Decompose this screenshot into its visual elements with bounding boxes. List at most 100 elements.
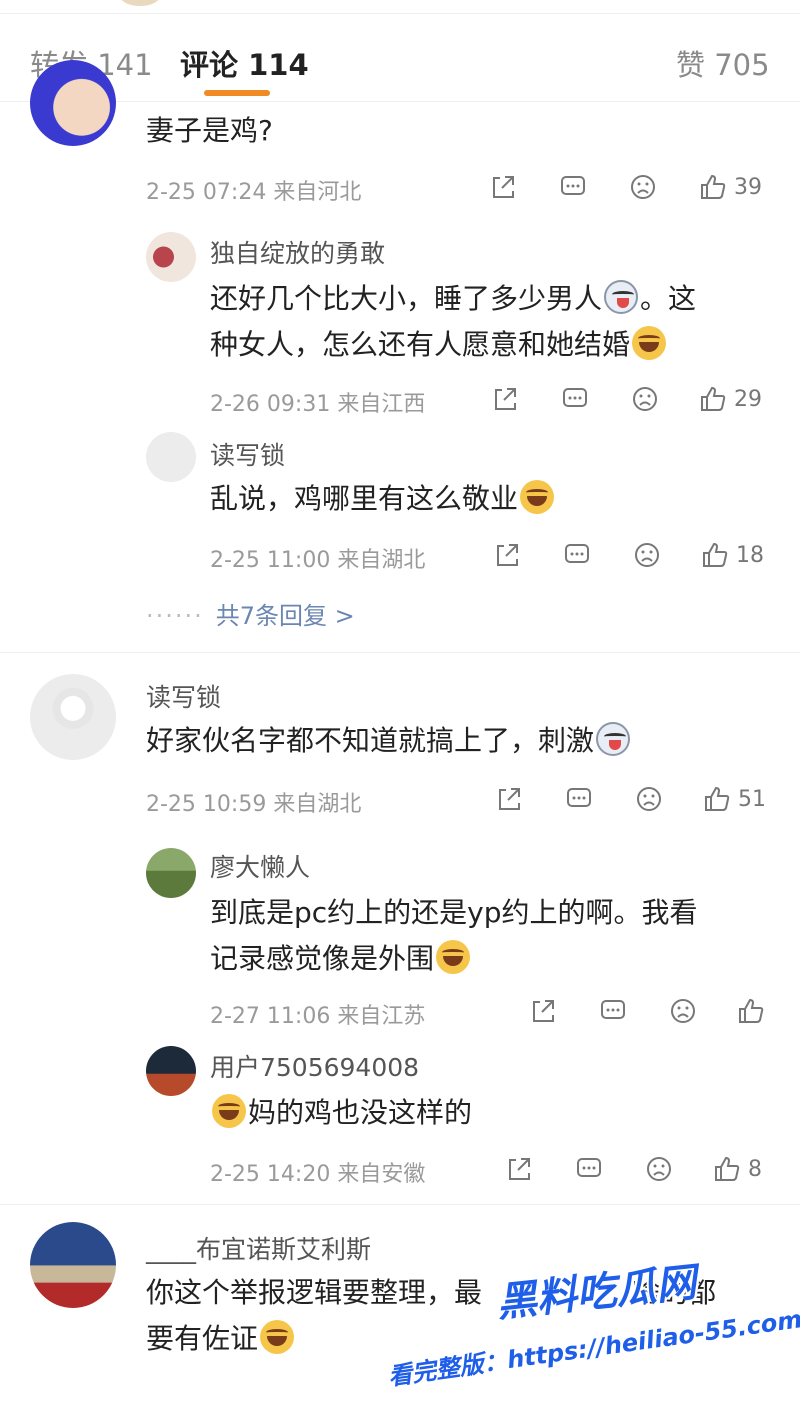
reply-button[interactable] [574,1152,604,1186]
sad-face-icon [637,787,661,811]
reply-button[interactable] [598,994,628,1028]
divider [0,652,800,653]
comment-meta: 2-25 10:59 来自湖北 [146,786,361,818]
avatar[interactable] [146,232,196,282]
sad-face-icon [635,543,659,567]
tab-likes[interactable]: 赞 705 [676,42,770,84]
crying-emoji-icon [260,1320,295,1354]
thumbs-up-icon [739,998,764,1023]
reply-text: 妈的鸡也没这样的 [210,1086,472,1139]
doge-emoji-icon [604,280,639,314]
reply-time: 2-25 14:20 [210,1162,331,1187]
active-tab-indicator [204,90,270,96]
thumbs-up-icon [701,174,726,199]
avatar[interactable] [30,1222,116,1308]
laugh-cry-emoji-icon [520,480,555,514]
dislike-button[interactable] [632,538,662,572]
reply-author[interactable]: 独自绽放的勇敢 [210,234,385,270]
dislike-button[interactable] [668,994,698,1028]
comment-icon [567,788,591,807]
share-button[interactable] [490,382,520,416]
like-button[interactable]: 51 [702,782,766,816]
reply-button[interactable] [564,782,594,816]
more-replies-label: 共7条回复 > [215,602,355,630]
like-button[interactable] [736,994,766,1028]
dislike-button[interactable] [630,382,660,416]
thumbs-up-icon [703,542,728,567]
like-button[interactable]: 29 [698,382,762,416]
reply-text-line: 。这 [640,282,697,315]
comment-meta: 2-25 07:24 来自河北 [146,174,361,206]
reply-button[interactable] [560,382,590,416]
reply-meta: 2-25 14:20 来自安徽 [210,1156,425,1188]
avatar[interactable] [30,674,116,760]
comment-actions: 39 [488,170,778,204]
thumbs-up-icon [701,386,726,411]
thumbs-up-icon [705,786,730,811]
avatar[interactable] [146,432,196,482]
comment-icon [565,544,589,563]
reply-meta: 2-27 11:06 来自江苏 [210,998,425,1030]
comment-author[interactable]: 读写锁 [146,678,221,714]
reply-location: 来自江苏 [337,1004,426,1029]
reply-author[interactable]: 廖大懒人 [210,848,310,884]
reply-author[interactable]: 用户7505694008 [210,1048,419,1084]
share-button[interactable] [492,538,522,572]
share-button[interactable] [528,994,558,1028]
reply-location: 来自湖北 [337,548,426,573]
dislike-button[interactable] [628,170,658,204]
watermark: 黑料吃瓜网 看完整版：https://heiliao-55.com [386,1256,800,1396]
tab-bar: 转发 141 评论 114 赞 705 [0,14,800,102]
reply-time: 2-26 09:31 [210,392,331,417]
sad-face-icon [633,387,657,411]
like-button[interactable]: 18 [700,538,764,572]
doge-emoji-icon [596,722,631,756]
reply-location: 来自江西 [337,392,426,417]
reply-time: 2-27 11:06 [210,1004,331,1029]
comment-text: 要有佐证 [146,1312,296,1365]
avatar[interactable] [146,1046,196,1096]
comment-time: 2-25 07:24 [146,180,267,205]
reply-text: 记录感觉像是外围 [210,932,472,985]
avatar[interactable] [146,848,196,898]
reply-text-line: 记录感觉像是外围 [210,942,435,975]
reply-button[interactable] [558,170,588,204]
comment-text: 妻子是鸡? [146,114,273,147]
share-icon [499,788,520,810]
reply-text: 乱说，鸡哪里有这么敬业 [210,472,556,525]
comment-actions: 51 [494,782,784,816]
reply-text-line: 乱说，鸡哪里有这么敬业 [210,482,519,515]
thumbs-up-icon [715,1156,740,1181]
comment-text-line: 要有佐证 [146,1322,259,1355]
share-button[interactable] [504,1152,534,1186]
reply-button[interactable] [562,538,592,572]
reply-actions: 18 [492,538,782,572]
comment-time: 2-25 10:59 [146,792,267,817]
comment-author[interactable]: ____布宜诺斯艾利斯 [146,1230,371,1266]
reply-author[interactable]: 读写锁 [210,436,285,472]
dislike-button[interactable] [644,1152,674,1186]
tab-comments[interactable]: 评论 114 [180,42,309,84]
reply-text-line: 还好几个比大小，睡了多少男人 [210,282,603,315]
reply-text-line: 妈的鸡也没这样的 [248,1096,473,1129]
comment-icon [601,1000,625,1019]
comment-text-line: 好家伙名字都不知道就搞上了，刺激 [146,724,595,757]
reply-meta: 2-26 09:31 来自江西 [210,386,425,418]
laugh-cry-emoji-icon [632,326,667,360]
like-count: 8 [748,1156,762,1182]
sad-face-icon [631,175,655,199]
dislike-button[interactable] [634,782,664,816]
comment-icon [563,388,587,407]
avatar[interactable] [30,60,116,146]
share-button[interactable] [488,170,518,204]
reply-location: 来自安徽 [337,1162,426,1187]
like-count: 18 [736,542,764,568]
share-icon [493,176,514,198]
like-button[interactable]: 8 [712,1152,762,1186]
reply-time: 2-25 11:00 [210,548,331,573]
share-button[interactable] [494,782,524,816]
like-button[interactable]: 39 [698,170,762,204]
like-count: 51 [738,786,766,812]
laugh-cry-emoji-icon [436,940,471,974]
more-replies-link[interactable]: ······ 共7条回复 > [146,596,355,631]
